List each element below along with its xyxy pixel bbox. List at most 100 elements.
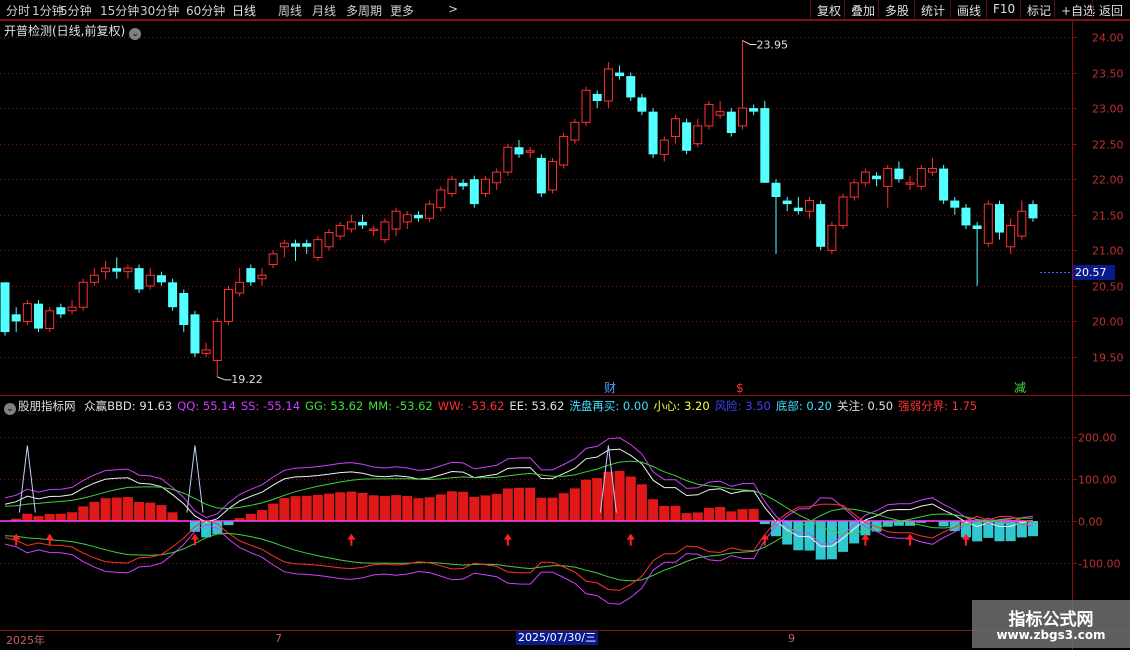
candle-body-49 <box>548 160 558 191</box>
more-chevron-icon[interactable]: > <box>448 2 458 16</box>
high-pointer <box>742 40 757 46</box>
y-tick-label-6: 21.00 <box>1092 245 1124 258</box>
indicator-value-1: QQ: 55.14 <box>177 399 236 413</box>
ind-bar-36 <box>402 496 413 521</box>
toolbar-button-6[interactable]: 标记 <box>1020 0 1057 20</box>
title-dropdown-icon[interactable]: ⌄ <box>129 28 142 40</box>
candle-body-39 <box>436 189 446 209</box>
candle-body-68 <box>760 108 770 183</box>
chart-title: 开普检测(日线,前复权) ⌄ <box>4 22 142 40</box>
ind-bar-48 <box>536 497 547 521</box>
ind-bar-14 <box>156 505 167 521</box>
candle-body-59 <box>659 139 669 155</box>
chart-canvas: 23.9519.22财 $ 减 24.0023.5023.0022.5022.002… <box>0 20 1130 650</box>
period-9[interactable]: 多周期 <box>346 2 382 19</box>
y-tick-label-0: 24.00 <box>1092 32 1124 45</box>
ind-bar-31 <box>346 491 357 521</box>
candle-body-24 <box>268 253 278 266</box>
high-label: 23.95 <box>756 39 788 52</box>
x-label-0: 2025年 <box>6 634 45 647</box>
ind-bar-23 <box>257 510 267 521</box>
indicator-name[interactable]: 股朋指标网 <box>18 399 76 413</box>
ind-bar-40 <box>446 491 457 521</box>
signal-arrow-6 <box>760 533 769 546</box>
ind-bar-84 <box>938 521 949 527</box>
ind-bar-60 <box>670 505 681 521</box>
ind-bar-64 <box>715 506 726 521</box>
x-label-2: 9 <box>788 632 795 645</box>
candle-body-27 <box>302 243 312 247</box>
candle-body-63 <box>704 104 714 127</box>
candle-body-51 <box>570 121 580 141</box>
candle-body-36 <box>402 214 412 223</box>
ind-bar-11 <box>122 497 133 521</box>
y-tick-label-8: 20.00 <box>1092 316 1124 329</box>
period-2[interactable]: 5分钟 <box>60 2 92 19</box>
toolbar-button-3[interactable]: 统计 <box>914 0 951 20</box>
signal-arrow-1 <box>45 533 54 546</box>
ind-bar-35 <box>391 495 402 521</box>
ind-bar-65 <box>726 511 737 521</box>
ind-bar-34 <box>379 496 390 521</box>
candle-body-62 <box>693 125 703 145</box>
event-label-1: $ <box>736 381 744 395</box>
toolbar-button-0[interactable]: 复权 <box>810 0 847 20</box>
signal-arrow-4 <box>503 533 512 546</box>
current-price-tag: 20.57 <box>1073 265 1115 280</box>
candle-body-85 <box>950 200 960 208</box>
toolbar-button-8[interactable]: 返回 <box>1092 0 1129 20</box>
ind-tick-label-0: 200.00 <box>1078 432 1117 445</box>
x-label-1: 7 <box>275 632 282 645</box>
period-4[interactable]: 30分钟 <box>140 2 179 19</box>
indicator-dropdown-icon[interactable]: ⌄ <box>4 403 16 415</box>
candle-body-84 <box>939 168 949 201</box>
ind-tick-label-1: 100.00 <box>1078 474 1117 487</box>
period-10[interactable]: 更多 <box>390 2 414 19</box>
ind-bar-56 <box>625 476 636 521</box>
toolbar-button-4[interactable]: 画线 <box>950 0 987 20</box>
event-label-2: 减 <box>1014 381 1026 395</box>
ind-bar-13 <box>145 502 156 521</box>
period-3[interactable]: 15分钟 <box>100 2 139 19</box>
period-6[interactable]: 日线 <box>232 2 256 19</box>
period-8[interactable]: 月线 <box>312 2 336 19</box>
ind-bar-75 <box>838 521 849 552</box>
ind-bar-57 <box>636 484 647 521</box>
candle-body-54 <box>603 68 613 102</box>
candle-body-72 <box>805 200 815 212</box>
ind-bar-44 <box>491 493 502 521</box>
toolbar-button-2[interactable]: 多股 <box>878 0 915 20</box>
period-5[interactable]: 60分钟 <box>186 2 225 19</box>
ind-bar-5 <box>55 513 66 521</box>
period-7[interactable]: 周线 <box>278 2 302 19</box>
candle-body-14 <box>156 275 166 283</box>
period-1[interactable]: 1分钟 <box>32 2 64 19</box>
ind-tick-label-3: -100.00 <box>1078 558 1120 571</box>
toolbar-button-5[interactable]: F10 <box>986 0 1021 20</box>
candle-body-75 <box>838 196 848 226</box>
period-0[interactable]: 分时 <box>6 2 30 19</box>
candle-body-66 <box>737 107 747 127</box>
candle-body-87 <box>972 225 982 229</box>
ind-bar-4 <box>44 514 55 521</box>
candle-body-61 <box>682 122 692 151</box>
ind-bar-26 <box>290 496 301 521</box>
ind-bar-63 <box>703 507 714 521</box>
ind-bar-74 <box>826 521 837 560</box>
candle-body-48 <box>536 157 546 194</box>
ind-bar-61 <box>681 513 692 521</box>
toolbar-button-1[interactable]: 叠加 <box>844 0 881 20</box>
candle-body-9 <box>101 267 111 273</box>
candle-body-32 <box>358 221 368 226</box>
candle-body-41 <box>458 182 468 187</box>
ind-bar-54 <box>603 471 614 521</box>
candle-body-79 <box>883 168 893 187</box>
candlestick-series: 23.95 19.22 财 $ 减 <box>0 39 1072 395</box>
candle-body-26 <box>291 243 301 247</box>
candle-body-17 <box>190 314 200 354</box>
event-label-0: 财 <box>604 381 616 395</box>
indicator-value-6: EE: 53.62 <box>509 399 565 413</box>
period-toolbar: 分时 1分钟 5分钟 15分钟 30分钟 60分钟 日线 周线 月线 多周期 更多 > 复权 叠加 多股 统计… <box>0 0 1130 20</box>
candle-body-29 <box>324 232 334 248</box>
ind-bar-50 <box>558 493 569 521</box>
